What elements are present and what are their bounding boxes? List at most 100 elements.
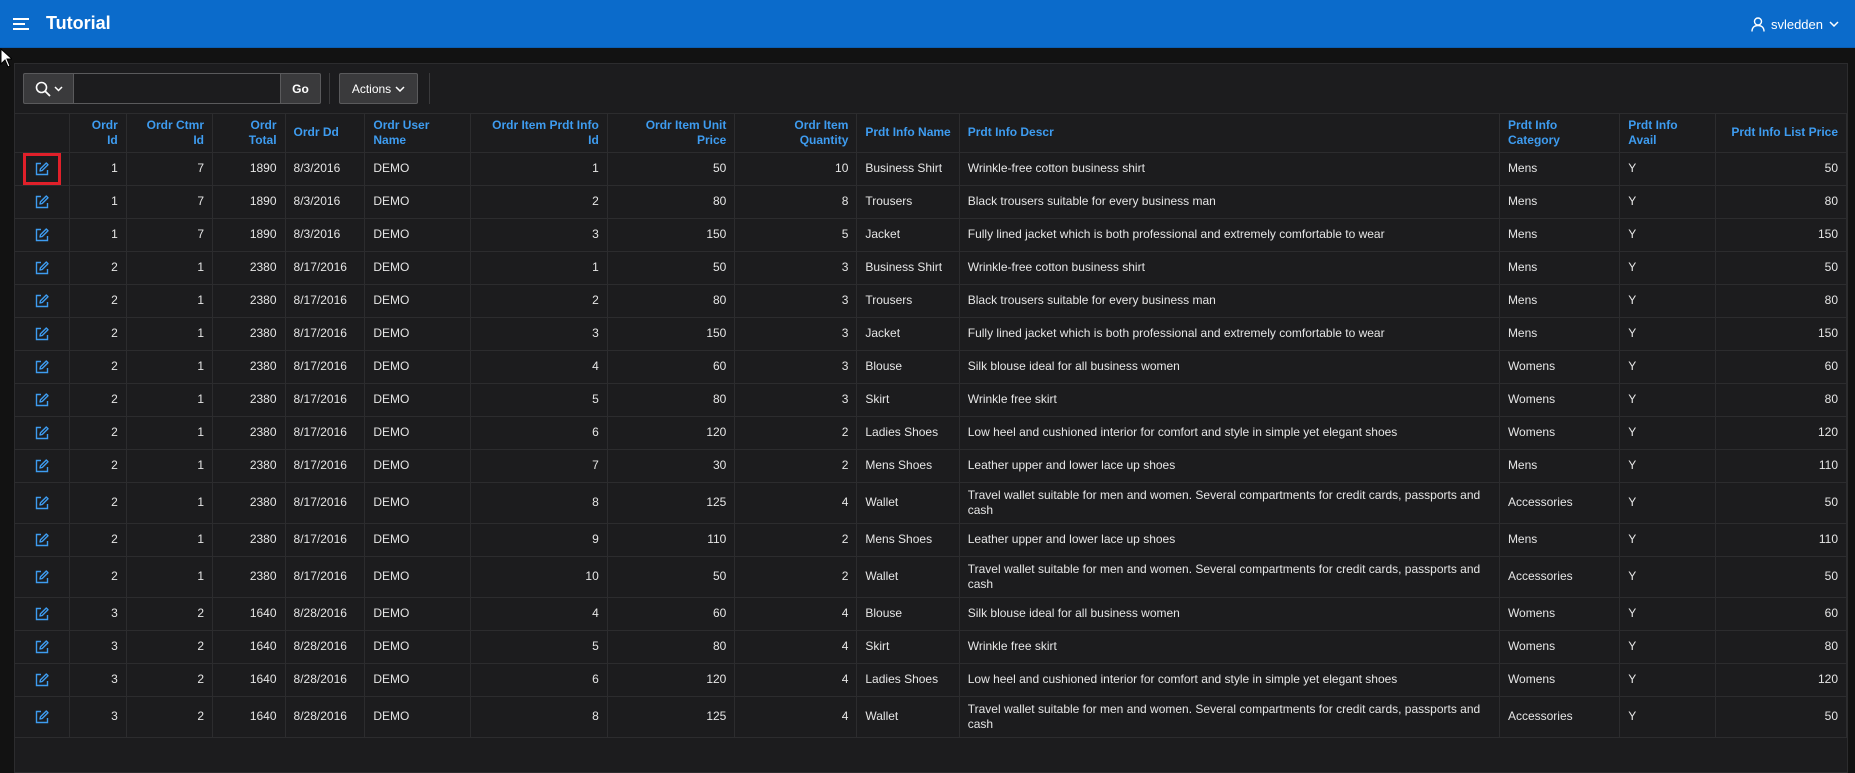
cell-ordr-dd: 8/17/2016 (285, 416, 366, 450)
column-header-ordr-total[interactable]: Ordr Total (212, 114, 286, 153)
column-header-ordr-item-prdt-info-id[interactable]: Ordr Item Prdt Info Id (470, 114, 608, 153)
search-input[interactable] (73, 73, 281, 104)
edit-row-link[interactable] (25, 320, 59, 348)
edit-cell (15, 523, 70, 557)
cell-prdt-info-list-price: 150 (1715, 218, 1847, 252)
edit-row-link[interactable] (25, 353, 59, 381)
table-row: 2 1 2380 8/17/2016 DEMO 6 120 2 Ladies Shoes Low … (15, 416, 1847, 450)
column-header-prdt-info-avail[interactable]: Prdt Info Avail (1619, 114, 1717, 153)
cell-prdt-info-descr: Black trousers suitable for every busine… (959, 185, 1500, 219)
cell-prdt-info-avail: Y (1619, 218, 1717, 252)
edit-icon (35, 227, 49, 241)
cell-ordr-user-name: DEMO (364, 523, 472, 557)
column-header-ordr-dd[interactable]: Ordr Dd (285, 114, 366, 153)
cell-ordr-ctmr-id: 1 (126, 251, 214, 285)
edit-cell (15, 383, 70, 417)
cell-ordr-dd: 8/17/2016 (285, 523, 366, 557)
column-header-prdt-info-list-price[interactable]: Prdt Info List Price (1715, 114, 1847, 153)
cell-prdt-info-avail: Y (1619, 449, 1717, 483)
edit-icon (35, 161, 49, 175)
cell-prdt-info-name: Ladies Shoes (856, 416, 960, 450)
user-name: svledden (1770, 16, 1823, 32)
cell-ordr-total: 1640 (212, 696, 286, 738)
cell-ordr-item-quantity: 3 (734, 251, 858, 285)
column-header-prdt-info-category[interactable]: Prdt Info Category (1499, 114, 1621, 153)
cell-prdt-info-avail: Y (1619, 317, 1717, 351)
user-menu[interactable]: svledden (1751, 0, 1839, 48)
cell-ordr-item-unit-price: 150 (607, 317, 736, 351)
cell-prdt-info-category: Mens (1499, 449, 1621, 483)
cell-prdt-info-category: Mens (1499, 185, 1621, 219)
cell-prdt-info-descr: Travel wallet suitable for men and women… (959, 556, 1500, 598)
edit-row-link[interactable] (25, 221, 59, 249)
edit-row-link[interactable] (25, 600, 59, 628)
column-header-ordr-item-quantity[interactable]: Ordr Item Quantity (734, 114, 858, 153)
column-header-ordr-ctmr-id[interactable]: Ordr Ctmr Id (126, 114, 214, 153)
cell-prdt-info-descr: Wrinkle free skirt (959, 383, 1500, 417)
cell-ordr-item-unit-price: 150 (607, 218, 736, 252)
column-header-edit (15, 114, 70, 153)
cell-prdt-info-category: Womens (1499, 383, 1621, 417)
cell-ordr-ctmr-id: 1 (126, 449, 214, 483)
cell-ordr-item-unit-price: 50 (607, 556, 736, 598)
edit-row-link[interactable] (25, 563, 59, 591)
cell-ordr-item-quantity: 3 (734, 383, 858, 417)
cell-ordr-item-unit-price: 60 (607, 597, 736, 631)
cell-prdt-info-descr: Travel wallet suitable for men and women… (959, 482, 1500, 524)
edit-cell (15, 317, 70, 351)
cell-prdt-info-name: Business Shirt (856, 251, 960, 285)
cell-ordr-total: 2380 (212, 317, 286, 351)
edit-icon (35, 326, 49, 340)
edit-row-link[interactable] (25, 188, 59, 216)
cell-prdt-info-category: Womens (1499, 597, 1621, 631)
edit-row-link[interactable] (25, 526, 59, 554)
edit-row-link[interactable] (25, 254, 59, 282)
cell-ordr-item-unit-price: 110 (607, 523, 736, 557)
edit-row-link[interactable] (25, 633, 59, 661)
cell-ordr-item-quantity: 10 (734, 152, 858, 186)
edit-row-link[interactable] (23, 152, 61, 185)
cell-prdt-info-list-price: 150 (1715, 317, 1847, 351)
top-bar: Tutorial svledden (0, 0, 1855, 48)
edit-row-link[interactable] (25, 703, 59, 731)
actions-menu-button[interactable]: Actions (339, 73, 418, 104)
edit-row-link[interactable] (25, 287, 59, 315)
edit-row-link[interactable] (25, 452, 59, 480)
column-header-prdt-info-descr[interactable]: Prdt Info Descr (959, 114, 1500, 153)
column-header-ordr-user-name[interactable]: Ordr User Name (364, 114, 472, 153)
search-column-selector[interactable] (23, 73, 73, 104)
table-row: 3 2 1640 8/28/2016 DEMO 6 120 4 Ladies Shoes Low … (15, 663, 1847, 697)
edit-row-link[interactable] (25, 419, 59, 447)
cell-prdt-info-avail: Y (1619, 523, 1717, 557)
cell-ordr-item-quantity: 4 (734, 696, 858, 738)
cell-prdt-info-avail: Y (1619, 383, 1717, 417)
column-header-ordr-id[interactable]: Ordr Id (69, 114, 127, 153)
table-row: 2 1 2380 8/17/2016 DEMO 8 125 4 Wallet Travel wal… (15, 482, 1847, 524)
column-header-prdt-info-name[interactable]: Prdt Info Name (856, 114, 960, 153)
cell-ordr-item-quantity: 3 (734, 350, 858, 384)
edit-row-link[interactable] (25, 489, 59, 517)
cell-ordr-item-quantity: 2 (734, 416, 858, 450)
cell-ordr-ctmr-id: 1 (126, 350, 214, 384)
app-title[interactable]: Tutorial (46, 13, 111, 34)
cell-prdt-info-list-price: 120 (1715, 663, 1847, 697)
column-header-ordr-item-unit-price[interactable]: Ordr Item Unit Price (607, 114, 736, 153)
edit-icon (35, 260, 49, 274)
navigation-menu-button[interactable] (0, 0, 44, 48)
cell-ordr-total: 2380 (212, 449, 286, 483)
cell-prdt-info-descr: Travel wallet suitable for men and women… (959, 696, 1500, 738)
cell-ordr-item-unit-price: 125 (607, 482, 736, 524)
cell-ordr-item-prdt-info-id: 8 (470, 482, 608, 524)
go-button[interactable]: Go (281, 73, 321, 104)
cell-prdt-info-avail: Y (1619, 284, 1717, 318)
cell-prdt-info-avail: Y (1619, 152, 1717, 186)
cell-ordr-item-prdt-info-id: 3 (470, 317, 608, 351)
cell-ordr-user-name: DEMO (364, 317, 472, 351)
cell-prdt-info-descr: Wrinkle free skirt (959, 630, 1500, 664)
cell-ordr-item-unit-price: 50 (607, 251, 736, 285)
edit-cell (15, 663, 70, 697)
edit-icon (35, 569, 49, 583)
edit-row-link[interactable] (25, 386, 59, 414)
cell-prdt-info-avail: Y (1619, 696, 1717, 738)
edit-row-link[interactable] (25, 666, 59, 694)
